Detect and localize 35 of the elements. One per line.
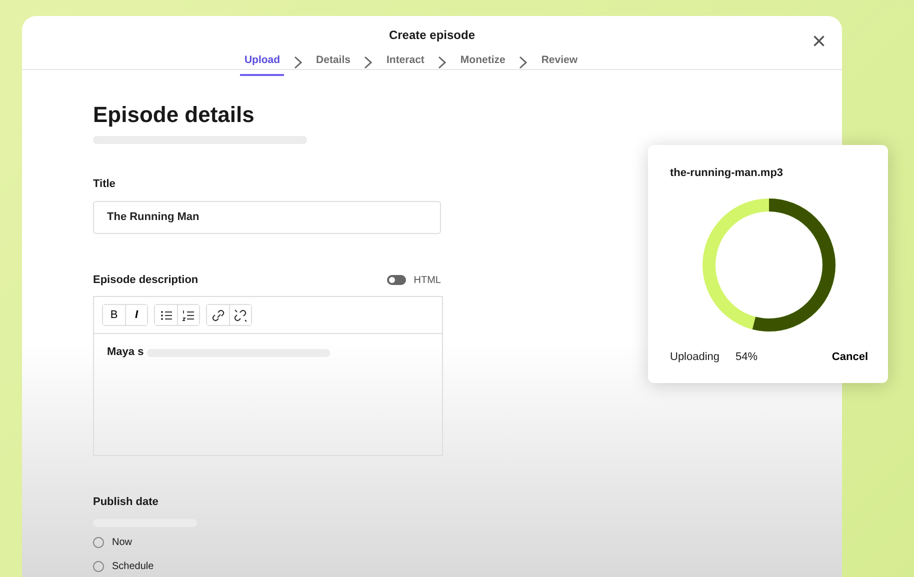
chevron-icon xyxy=(294,56,302,69)
title-field[interactable]: The Running Man xyxy=(93,200,441,234)
list-icon xyxy=(160,308,172,322)
cancel-button[interactable]: Cancel xyxy=(832,348,868,365)
step-tab[interactable]: Monetize xyxy=(456,48,510,76)
step-tab[interactable]: Details xyxy=(312,48,354,76)
chevron-icon xyxy=(519,56,528,69)
upload-percent: 54% xyxy=(736,350,758,364)
link-icon xyxy=(212,308,224,322)
window-title: Create episode xyxy=(388,28,476,42)
field-label: Title xyxy=(93,177,116,192)
chevron-icon xyxy=(438,56,446,69)
close-button[interactable]: × xyxy=(810,30,828,54)
numbered-list-button[interactable] xyxy=(177,305,199,326)
step-tab[interactable]: Review xyxy=(537,48,582,76)
toggle-label: HTML xyxy=(414,274,441,288)
toggle-switch[interactable] xyxy=(386,275,406,286)
description-text: Maya s xyxy=(107,345,144,360)
radio-label: Now xyxy=(112,536,132,550)
radio-label: Schedule xyxy=(112,560,154,574)
chevron-icon xyxy=(364,56,372,69)
numbered-list-icon xyxy=(182,308,195,322)
upload-status: Uploading xyxy=(670,350,720,364)
page-heading: Episode details xyxy=(93,102,256,128)
step-tab[interactable]: Upload xyxy=(240,48,284,76)
radio-button[interactable] xyxy=(93,536,104,548)
description-editor[interactable]: B I Maya s xyxy=(93,296,443,456)
step-tab[interactable]: Interact xyxy=(382,48,428,76)
file-name: the-running-man.mp3 xyxy=(670,166,784,181)
field-label: Publish date xyxy=(93,495,160,510)
unlink-button[interactable] xyxy=(229,305,251,326)
field-label: Episode description xyxy=(93,272,198,288)
radio-button[interactable] xyxy=(93,560,104,572)
italic-button[interactable]: I xyxy=(125,305,147,326)
unlink-icon xyxy=(234,308,247,322)
